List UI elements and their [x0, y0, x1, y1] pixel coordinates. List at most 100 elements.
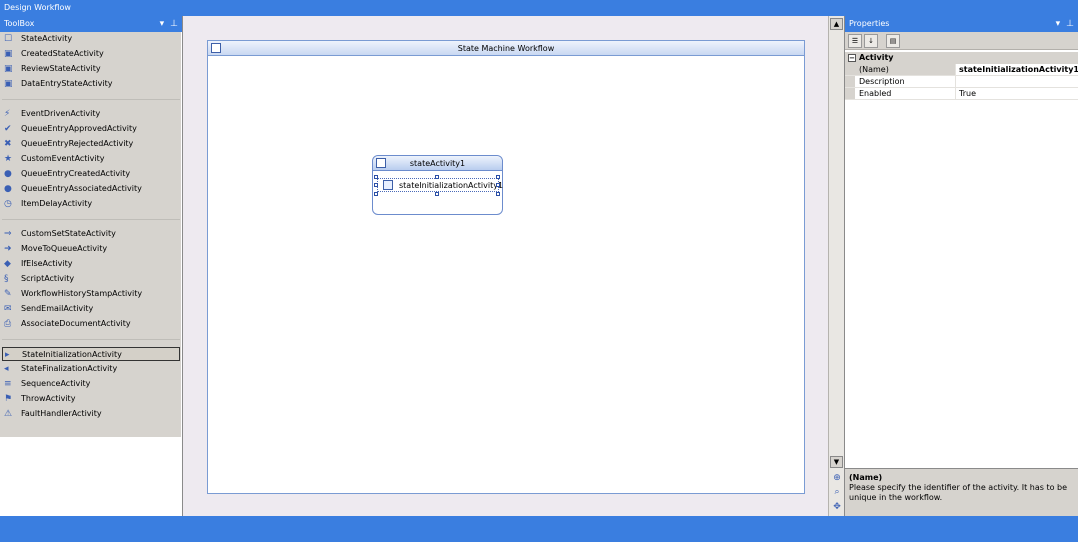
property-value[interactable]: True — [956, 88, 1078, 99]
zoom-level-icon[interactable]: ⌕ — [831, 486, 843, 498]
toolbox-item[interactable]: ◆ IfElseActivity — [2, 257, 180, 271]
property-name: Description — [845, 76, 956, 87]
toolbox-item-label: CreatedStateActivity — [21, 49, 104, 58]
property-category-label: Activity — [859, 53, 894, 62]
properties-toolbar: ☰ ↓ ▤ — [845, 32, 1078, 50]
window-title: Design Workflow — [4, 3, 71, 12]
queue-associated-icon: ● — [4, 184, 12, 194]
state-initialization-activity-shape[interactable]: stateInitializationActivity1 — [377, 178, 503, 192]
properties-pane: Properties ▾ ⊥ ☰ ↓ ▤ − Activity (Name) st… — [844, 16, 1078, 516]
toolbox-pane: ToolBox ▾ ⊥ ☐ StateActivity ▣ CreatedStateA… — [0, 16, 183, 516]
script-icon: § — [4, 274, 9, 284]
toolbox-item[interactable]: ⚠ FaultHandlerActivity — [2, 407, 180, 421]
selection-handle[interactable] — [374, 183, 378, 187]
toolbox-item[interactable]: ⎙ AssociateDocumentActivity — [2, 317, 180, 331]
toolbox-item[interactable]: ● QueueEntryCreatedActivity — [2, 167, 180, 181]
dropdown-arrow-icon[interactable]: ▾ — [160, 16, 165, 32]
toolbox-item[interactable]: ≡ SequenceActivity — [2, 377, 180, 391]
toolbox-item[interactable]: § ScriptActivity — [2, 272, 180, 286]
toolbox-item-label: FaultHandlerActivity — [21, 409, 102, 418]
toolbox-item[interactable]: ▣ DataEntryStateActivity — [2, 77, 180, 91]
pin-icon[interactable]: ⊥ — [170, 16, 178, 32]
toolbox-item[interactable]: ✉ SendEmailActivity — [2, 302, 180, 316]
toolbox-item-label: StateActivity — [21, 34, 73, 43]
toolbox-item[interactable]: ⚑ ThrowActivity — [2, 392, 180, 406]
toolbox-item-label: QueueEntryCreatedActivity — [21, 169, 131, 178]
state-initialization-label: stateInitializationActivity1 — [399, 181, 504, 190]
state-activity-shape[interactable]: stateActivity1 stateInitializationActivi… — [372, 155, 503, 215]
state-icon — [376, 158, 386, 168]
toolbox-item-label: CustomEventActivity — [21, 154, 105, 163]
associate-document-icon: ⎙ — [4, 319, 12, 329]
selection-handle[interactable] — [374, 192, 378, 196]
state-initialization-icon: ▸ — [5, 350, 10, 360]
selection-handle[interactable] — [435, 192, 439, 196]
data-entry-state-icon: ▣ — [4, 79, 13, 89]
toolbox-item[interactable]: ✔ QueueEntryApprovedActivity — [2, 122, 180, 136]
toolbox-item-label: SendEmailActivity — [21, 304, 94, 313]
toolbox-item[interactable]: ▸ StateInitializationActivity — [2, 347, 180, 361]
toolbox-item[interactable]: ▣ CreatedStateActivity — [2, 47, 180, 61]
selection-handle[interactable] — [374, 175, 378, 179]
property-name: (Name) — [845, 64, 956, 75]
toolbox-item-label: StateFinalizationActivity — [21, 364, 118, 373]
item-delay-icon: ◷ — [4, 199, 12, 209]
event-driven-icon: ⚡ — [4, 109, 11, 119]
toolbox-item[interactable]: ▣ ReviewStateActivity — [2, 62, 180, 76]
pan-icon[interactable]: ✥ — [831, 501, 843, 513]
workflow-title: State Machine Workflow — [457, 44, 555, 53]
created-state-icon: ▣ — [4, 49, 13, 59]
toolbox-item[interactable]: ⇒ CustomSetStateActivity — [2, 227, 180, 241]
fault-handler-icon: ⚠ — [4, 409, 13, 419]
selection-handle[interactable] — [496, 192, 500, 196]
toolbox-item-label: QueueEntryRejectedActivity — [21, 139, 134, 148]
selection-handle[interactable] — [496, 175, 500, 179]
toolbox-item-label: QueueEntryApprovedActivity — [21, 124, 137, 133]
state-initialization-icon — [383, 180, 393, 190]
property-row[interactable]: (Name) stateInitializationActivity1 — [845, 64, 1078, 76]
state-activity-title: stateActivity1 — [409, 159, 466, 168]
toolbox-item[interactable]: ➜ MoveToQueueActivity — [2, 242, 180, 256]
property-category[interactable]: − Activity — [845, 52, 1078, 64]
property-value[interactable]: stateInitializationActivity1 — [956, 64, 1078, 75]
custom-set-state-icon: ⇒ — [4, 229, 12, 239]
alphabetical-sort-icon[interactable]: ↓ — [864, 34, 878, 48]
selection-handle[interactable] — [435, 175, 439, 179]
toolbox-item[interactable]: ★ CustomEventActivity — [2, 152, 180, 166]
state-finalization-icon: ◂ — [4, 364, 9, 374]
custom-event-icon: ★ — [4, 154, 13, 164]
state-activity-icon: ☐ — [4, 34, 13, 44]
toolbox-item[interactable]: ● QueueEntryAssociatedActivity — [2, 182, 180, 196]
designer-vertical-scrollbar[interactable]: ▲ ▼ ⊕ ⌕ ✥ — [828, 16, 844, 516]
property-value[interactable] — [956, 76, 1078, 87]
toolbox-item[interactable]: ◷ ItemDelayActivity — [2, 197, 180, 211]
scroll-up-button[interactable]: ▲ — [830, 18, 843, 30]
toolbox-item[interactable]: ☐ StateActivity — [2, 32, 180, 46]
dropdown-arrow-icon[interactable]: ▾ — [1056, 16, 1061, 32]
toolbox-header: ToolBox ▾ ⊥ — [0, 16, 182, 32]
status-bar — [0, 516, 1078, 542]
window-title-bar: Design Workflow — [0, 0, 1078, 16]
collapse-icon[interactable]: − — [848, 54, 856, 62]
toolbox-item[interactable]: ✖ QueueEntryRejectedActivity — [2, 137, 180, 151]
toolbox-item-label: ThrowActivity — [21, 394, 76, 403]
property-row[interactable]: Enabled True — [845, 88, 1078, 100]
toolbox-group-separator — [2, 339, 180, 340]
queue-rejected-icon: ✖ — [4, 139, 12, 149]
categorized-view-icon[interactable]: ☰ — [848, 34, 862, 48]
move-to-queue-icon: ➜ — [4, 244, 12, 254]
scroll-down-button[interactable]: ▼ — [830, 456, 843, 468]
property-row[interactable]: Description — [845, 76, 1078, 88]
toolbox-item[interactable]: ⚡ EventDrivenActivity — [2, 107, 180, 121]
selection-handle[interactable] — [496, 183, 500, 187]
toolbox-item[interactable]: ◂ StateFinalizationActivity — [2, 362, 180, 376]
zoom-icon[interactable]: ⊕ — [831, 472, 843, 484]
property-pages-icon[interactable]: ▤ — [886, 34, 900, 48]
description-text: Please specify the identifier of the act… — [849, 483, 1068, 502]
history-stamp-icon: ✎ — [4, 289, 12, 299]
state-activity-title-bar[interactable]: stateActivity1 — [373, 156, 502, 171]
toolbox-item-label: EventDrivenActivity — [21, 109, 101, 118]
pin-icon[interactable]: ⊥ — [1066, 16, 1074, 32]
toolbox-item[interactable]: ✎ WorkflowHistoryStampActivity — [2, 287, 180, 301]
state-machine-workflow[interactable]: State Machine Workflow stateActivity1 st… — [207, 40, 805, 494]
